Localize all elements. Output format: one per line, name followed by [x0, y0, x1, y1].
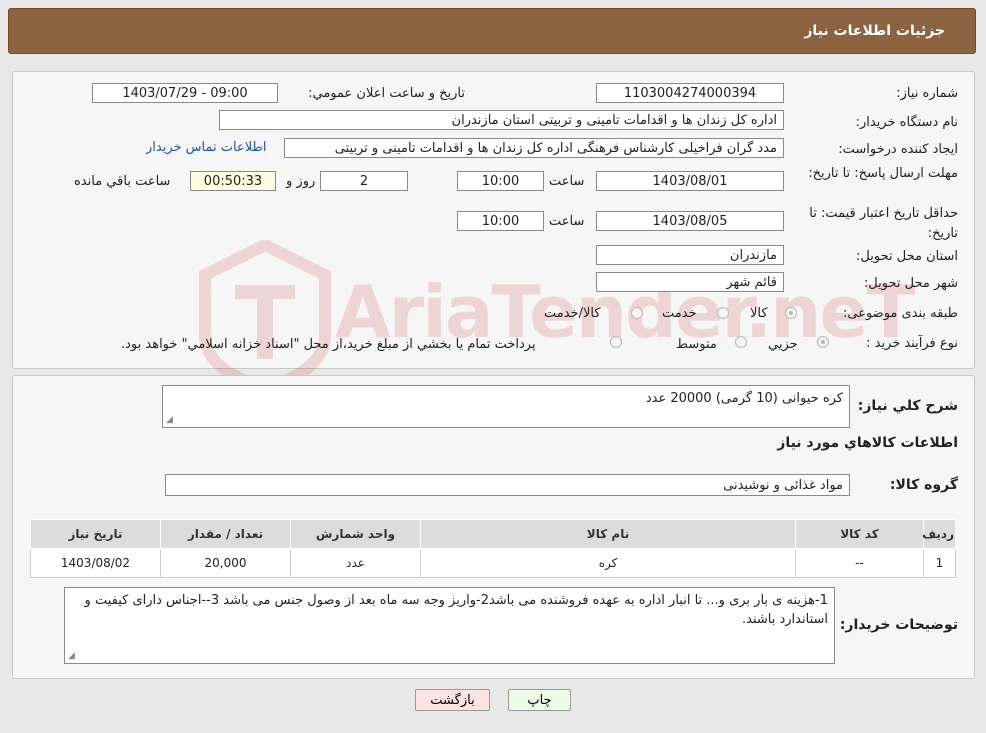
buyer-contact-link[interactable]: اطلاعات تماس خريدار [146, 140, 266, 155]
table-header-cell: تاریخ نیاز [30, 519, 161, 549]
table-cell-name: کره [420, 548, 796, 578]
category-option-goods: کالا [750, 306, 768, 321]
reply-deadline-label-text: مهلت ارسال پاسخ: تا تاریخ: [808, 166, 958, 181]
description-field: کره حیوانی (10 گرمی) 20000 عدد ◢ [162, 385, 850, 428]
table-header-cell: نام کالا [420, 519, 796, 549]
process-radio-minor[interactable] [817, 336, 829, 348]
table-header-cell: واحد شمارش [290, 519, 421, 549]
creator-field: مدد گران فراخیلی کارشناس فرهنگی اداره کل… [284, 138, 784, 158]
table-header-row: رديف کد کالا نام کالا واحد شمارش تعداد /… [30, 519, 956, 549]
table-cell-row-number: 1 [923, 548, 956, 578]
validity-date-field: 1403/08/05 [596, 211, 784, 231]
category-option-service: خدمت [662, 306, 697, 321]
goods-info-title: اطلاعات کالاهاي مورد نياز [777, 435, 958, 451]
buyer-org-field: اداره کل زندان ها و اقدامات تامینی و ترب… [219, 110, 784, 130]
validity-time-label: ساعت [549, 214, 585, 229]
table-cell-quantity: 20,000 [160, 548, 291, 578]
table-header-cell: رديف [922, 519, 956, 549]
page-title: جزئیات اطلاعات نیاز [804, 23, 945, 39]
print-button[interactable]: چاپ [508, 689, 571, 711]
announce-label: تاریخ و ساعت اعلان عمومي: [308, 86, 465, 101]
goods-group-label: گروه کالا: [889, 477, 958, 493]
reply-deadline-label: مهلت ارسال پاسخ: تا تاریخ: [788, 164, 958, 184]
reply-time-label: ساعت [549, 174, 585, 189]
process-radio-treasury[interactable] [610, 336, 622, 348]
table-cell-code: -- [795, 548, 924, 578]
buyer-org-label: نام دستگاه خريدار: [855, 115, 958, 130]
city-label: شهر محل تحويل: [863, 276, 958, 291]
need-number-label: شماره نیاز: [896, 86, 958, 101]
category-option-goods-service: کالا/خدمت [544, 306, 601, 321]
description-text: کره حیوانی (10 گرمی) 20000 عدد [645, 391, 843, 406]
days-label: روز و [286, 174, 316, 189]
goods-table: رديف کد کالا نام کالا واحد شمارش تعداد /… [30, 519, 956, 578]
category-radio-goods-service[interactable] [631, 307, 643, 319]
creator-label: ايجاد کننده درخواست: [838, 142, 958, 157]
resize-grip-icon[interactable]: ◢ [166, 416, 173, 425]
province-field: مازندران [596, 245, 784, 265]
process-option-medium: متوسط [676, 337, 717, 352]
need-number-field: 1103004274000394 [596, 83, 784, 103]
category-radio-goods[interactable] [785, 307, 797, 319]
announce-field: 1403/07/29 - 09:00 [92, 83, 278, 103]
table-row: 1 -- کره عدد 20,000 1403/08/02 [30, 548, 956, 578]
description-label: شرح کلي نياز: [857, 398, 958, 414]
buyer-notes-label: توضيحات خريدار: [839, 617, 958, 633]
process-option-minor: جزيي [768, 337, 798, 352]
remaining-time-field: 00:50:33 [190, 171, 276, 191]
reply-date-field: 1403/08/01 [596, 171, 784, 191]
buyer-notes-field: 1-هزینه ی بار بری و... تا انبار اداره به… [64, 587, 835, 664]
process-label: نوع فرآيند خريد : [866, 336, 958, 351]
city-field: قائم شهر [596, 272, 784, 292]
table-cell-date: 1403/08/02 [30, 548, 161, 578]
page-header: جزئیات اطلاعات نیاز [8, 8, 976, 54]
process-radio-medium[interactable] [735, 336, 747, 348]
table-cell-unit: عدد [290, 548, 421, 578]
table-header-cell: کد کالا [795, 519, 924, 549]
back-button[interactable]: بازگشت [415, 689, 490, 711]
buyer-notes-text: 1-هزینه ی بار بری و... تا انبار اداره به… [84, 593, 828, 627]
category-label: طبقه بندی موضوعی: [842, 306, 958, 321]
validity-time-field: 10:00 [457, 211, 544, 231]
process-note: پرداخت تمام يا بخشي از مبلغ خريد،از محل … [121, 337, 536, 352]
table-header-cell: تعداد / مقدار [160, 519, 291, 549]
days-field: 2 [320, 171, 408, 191]
goods-group-field: مواد غذائی و نوشیدنی [165, 474, 850, 496]
province-label: استان محل تحويل: [856, 249, 958, 264]
validity-label: حداقل تاريخ اعتبار قيمت: تا تاریخ: [788, 204, 958, 244]
category-radio-service[interactable] [717, 307, 729, 319]
resize-grip-icon[interactable]: ◢ [68, 652, 75, 661]
remaining-time-label: ساعت باقي مانده [74, 174, 171, 189]
reply-time-field: 10:00 [457, 171, 544, 191]
validity-label-text: حداقل تاريخ اعتبار قيمت: تا تاریخ: [809, 206, 958, 241]
